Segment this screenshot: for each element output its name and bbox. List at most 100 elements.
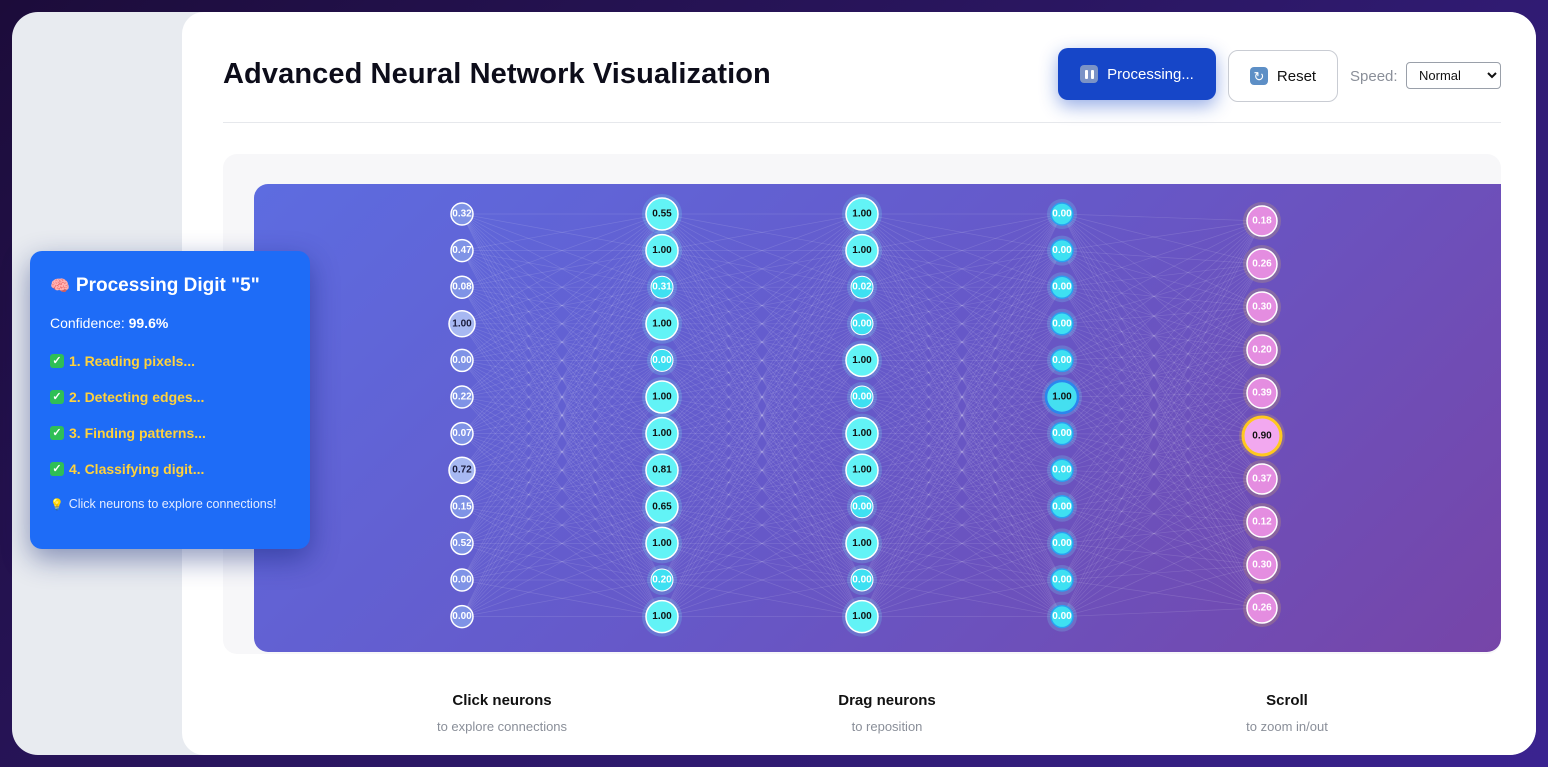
neuron-value: 1.00 [652,245,672,256]
hidden-neuron[interactable]: 0.00 [647,345,677,376]
hint-drag: Drag neurons to reposition [737,692,1037,734]
hidden-neuron[interactable]: 1.00 [642,596,682,637]
reset-button[interactable]: ↻ Reset [1228,50,1338,102]
hidden-neuron[interactable]: 0.00 [1047,565,1077,595]
neuron-value: 1.00 [852,611,872,622]
hidden-neuron[interactable]: 1.00 [642,523,682,564]
hidden-neuron[interactable]: 1.00 [642,230,682,271]
hidden-neuron[interactable]: 0.02 [847,272,877,303]
neuron-value: 0.00 [852,392,872,403]
pause-button[interactable]: Processing... [1058,48,1216,100]
neuron-value: 1.00 [1052,392,1072,403]
connection-line [1061,306,1263,471]
input-neuron[interactable]: 0.08 [450,275,474,299]
neuron-value: 1.00 [852,538,872,549]
hidden-neuron[interactable]: 0.00 [1047,308,1077,339]
confidence-readout: Confidence: 99.6% [50,315,290,331]
neuron-value: 1.00 [652,611,672,622]
hidden-neuron[interactable]: 1.00 [842,596,882,637]
hidden-neuron[interactable]: 0.31 [647,272,677,303]
hidden-neuron[interactable]: 0.55 [642,194,682,234]
hint-drag-title: Drag neurons [838,692,936,709]
hidden-neuron[interactable]: 0.00 [1047,601,1077,632]
hidden-neuron[interactable]: 0.00 [847,308,877,339]
pause-button-label: Processing... [1107,65,1194,83]
input-neuron[interactable]: 0.47 [450,238,474,263]
hidden-neuron[interactable]: 0.00 [1047,199,1077,229]
hidden-neuron[interactable]: 1.00 [642,303,682,344]
output-neuron[interactable]: 0.37 [1243,460,1281,498]
connection-line [1061,392,1263,398]
hidden-neuron[interactable]: 0.00 [1047,272,1077,303]
neuron-value: 0.00 [652,355,672,366]
lightbulb-icon: 💡 [50,498,64,511]
connection-line [1061,213,1263,351]
output-neuron[interactable]: 0.39 [1243,374,1281,412]
input-neuron[interactable]: 1.00 [448,310,476,338]
output-neuron[interactable]: 0.26 [1243,589,1281,627]
output-neuron[interactable]: 0.20 [1243,331,1281,369]
input-neuron[interactable]: 0.07 [450,421,474,446]
input-neuron[interactable]: 0.00 [450,348,474,373]
neuron-value: 0.22 [452,392,472,403]
hidden-neuron[interactable]: 1.00 [842,230,882,271]
hidden-neuron[interactable]: 1.00 [642,413,682,454]
output-neuron[interactable]: 0.18 [1243,202,1281,240]
speed-select[interactable]: Normal [1406,62,1501,89]
reset-icon: ↻ [1249,67,1268,85]
input-neuron[interactable]: 0.15 [450,495,474,519]
hidden-neuron[interactable]: 1.00 [842,523,882,564]
hidden-neuron[interactable]: 1.00 [1042,377,1082,417]
neuron-value: 1.00 [652,392,672,403]
hidden-neuron[interactable]: 0.00 [847,491,877,522]
hidden-neuron[interactable]: 1.00 [842,340,882,381]
network-canvas[interactable]: 0.32 0.47 0.08 1.00 0.00 0.22 0.07 0.72 0.15 0.52… [254,184,1501,652]
neuron-value: 0.00 [452,575,472,586]
neuron-value: 0.00 [452,611,472,622]
processing-steps: ✓ 1. Reading pixels... ✓ 2. Detecting ed… [50,353,290,477]
connection-line [1061,213,1263,222]
neuron-value: 0.00 [1052,282,1072,293]
step-item: ✓ 1. Reading pixels... [50,353,290,369]
input-neuron[interactable]: 0.00 [450,604,474,629]
hidden-neuron[interactable]: 1.00 [842,450,882,491]
connection-line [1061,220,1263,251]
input-neuron[interactable]: 0.00 [450,568,474,592]
neuron-value: 0.30 [1252,560,1272,571]
neuron-value: 0.12 [1252,517,1272,528]
neuron-value: 0.39 [1252,388,1272,399]
neuron-value: 0.26 [1252,259,1272,270]
hidden-neuron[interactable]: 0.81 [642,450,682,491]
hidden-neuron[interactable]: 0.00 [847,382,877,412]
input-neuron[interactable]: 0.32 [450,202,474,226]
hidden-neuron[interactable]: 1.00 [642,377,682,417]
output-neuron[interactable]: 0.26 [1243,245,1281,283]
input-neuron[interactable]: 0.22 [450,385,474,409]
hidden-neuron[interactable]: 0.00 [847,565,877,595]
hidden-neuron[interactable]: 0.00 [1047,491,1077,522]
hidden-neuron[interactable]: 0.00 [1047,528,1077,559]
output-neuron[interactable]: 0.12 [1243,503,1281,541]
hidden-neuron[interactable]: 1.00 [842,194,882,234]
connection-line [1061,433,1263,437]
network-svg[interactable]: 0.32 0.47 0.08 1.00 0.00 0.22 0.07 0.72 0.15 0.52… [254,184,1501,652]
hidden-neuron[interactable]: 0.65 [642,486,682,527]
main-card: Advanced Neural Network Visualization Pr… [182,12,1536,755]
neuron-value: 0.55 [652,209,672,220]
neuron-value: 1.00 [452,318,472,329]
step-label: 4. Classifying digit... [69,461,205,477]
hidden-neuron[interactable]: 0.00 [1047,455,1077,486]
hidden-neuron[interactable]: 1.00 [842,413,882,454]
output-neuron[interactable]: 0.30 [1243,546,1281,584]
hidden-neuron[interactable]: 0.00 [1047,345,1077,376]
output-neuron[interactable]: 0.30 [1243,288,1281,326]
hidden-neuron[interactable]: 0.00 [1047,235,1077,266]
neuron-value: 0.65 [652,501,672,512]
hidden-neuron[interactable]: 0.20 [647,565,677,595]
neuron-value: 0.00 [1052,245,1072,256]
output-neuron[interactable]: 0.90 [1239,413,1285,459]
input-neuron[interactable]: 0.72 [448,456,476,484]
input-neuron[interactable]: 0.52 [450,531,474,556]
hidden-neuron[interactable]: 0.00 [1047,418,1077,449]
checkmark-icon: ✓ [50,354,64,368]
